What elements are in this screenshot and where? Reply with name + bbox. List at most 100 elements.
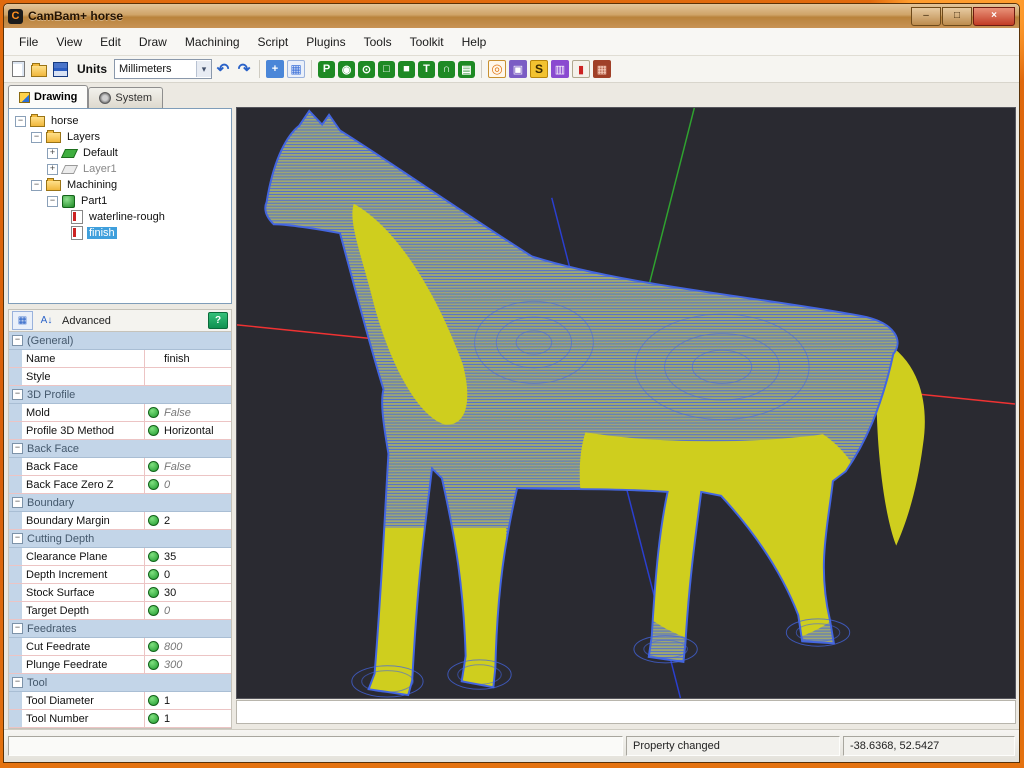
property-value[interactable]: 0	[162, 605, 231, 617]
close-button[interactable]: ×	[973, 7, 1015, 26]
property-value[interactable]: 2	[162, 515, 231, 527]
advanced-label[interactable]: Advanced	[62, 315, 205, 327]
maximize-button[interactable]: □	[942, 7, 972, 26]
tree-node-machining-label[interactable]: Machining	[65, 179, 119, 191]
inherited-value-icon[interactable]	[148, 461, 159, 472]
inherited-value-icon[interactable]	[148, 713, 159, 724]
expand-toggle-icon[interactable]: −	[47, 196, 58, 207]
property-value[interactable]: 0	[162, 479, 231, 491]
tree-node-part1[interactable]: − Part1	[9, 193, 231, 209]
property-value[interactable]: 1	[162, 695, 231, 707]
menu-item-file[interactable]: File	[10, 31, 47, 53]
property-value[interactable]: finish	[162, 353, 231, 365]
property-value[interactable]: False	[162, 407, 231, 419]
expand-toggle-icon[interactable]: +	[47, 164, 58, 175]
menu-item-script[interactable]: Script	[249, 31, 298, 53]
property-value[interactable]: 30	[162, 587, 231, 599]
viewport-3d[interactable]	[236, 107, 1016, 699]
viewport-canvas[interactable]	[237, 108, 1015, 698]
draw-point-icon[interactable]: ⊙	[358, 61, 375, 78]
inherited-value-icon[interactable]	[148, 659, 159, 670]
menu-item-view[interactable]: View	[47, 31, 91, 53]
mop-drill-icon[interactable]: ◎	[488, 60, 506, 78]
property-value[interactable]: 800	[162, 641, 231, 653]
new-file-icon[interactable]	[9, 60, 27, 78]
zoom-extents-icon[interactable]: +	[266, 60, 284, 78]
inherited-value-icon[interactable]	[148, 425, 159, 436]
inherited-value-icon[interactable]	[148, 407, 159, 418]
draw-arc-icon[interactable]: ∩	[438, 61, 455, 78]
redo-icon[interactable]: ↷	[235, 60, 253, 78]
menu-item-draw[interactable]: Draw	[130, 31, 176, 53]
draw-circle-icon[interactable]: ◉	[338, 61, 355, 78]
inherited-value-icon[interactable]	[148, 695, 159, 706]
open-file-icon[interactable]	[30, 60, 48, 78]
tree-node-layer-default[interactable]: + Default	[9, 145, 231, 161]
tree-node-machining[interactable]: − Machining	[9, 177, 231, 193]
menu-item-edit[interactable]: Edit	[91, 31, 130, 53]
collapse-icon[interactable]: −	[12, 623, 23, 634]
property-value[interactable]: False	[162, 461, 231, 473]
collapse-icon[interactable]: −	[12, 677, 23, 688]
tab-system[interactable]: System	[88, 87, 163, 108]
mop-engrave-icon[interactable]: ▥	[551, 60, 569, 78]
tree-node-waterline-rough-label[interactable]: waterline-rough	[87, 211, 167, 223]
inherited-value-icon[interactable]	[148, 605, 159, 616]
inherited-value-icon[interactable]	[148, 551, 159, 562]
menu-item-tools[interactable]: Tools	[355, 31, 401, 53]
mop-pocket-icon[interactable]: ▣	[509, 60, 527, 78]
inherited-value-icon[interactable]	[148, 515, 159, 526]
expand-toggle-icon[interactable]: +	[47, 148, 58, 159]
draw-surface-icon[interactable]: ▤	[458, 61, 475, 78]
minimize-button[interactable]: –	[911, 7, 941, 26]
property-value[interactable]: 300	[162, 659, 231, 671]
tree-node-layer1[interactable]: + Layer1	[9, 161, 231, 177]
inherited-value-icon[interactable]	[148, 587, 159, 598]
property-value[interactable]: 0	[162, 569, 231, 581]
tree-node-waterline-rough[interactable]: waterline-rough	[9, 209, 231, 225]
tree-node-finish-label[interactable]: finish	[87, 227, 117, 239]
draw-region-icon[interactable]: ■	[398, 61, 415, 78]
tree-node-horse[interactable]: − horse	[9, 113, 231, 129]
inherited-value-icon[interactable]	[148, 569, 159, 580]
tree-node-finish[interactable]: finish	[9, 225, 231, 241]
generate-toolpaths-icon[interactable]: ▮	[572, 60, 590, 78]
draw-rectangle-icon[interactable]: □	[378, 61, 395, 78]
property-value[interactable]: 1	[162, 713, 231, 725]
menu-item-machining[interactable]: Machining	[176, 31, 249, 53]
property-category-tool[interactable]: − Tool	[9, 674, 231, 692]
tree-node-layer1-label[interactable]: Layer1	[81, 163, 119, 175]
inherited-value-icon[interactable]	[148, 479, 159, 490]
property-category-cutting-depth[interactable]: − Cutting Depth	[9, 530, 231, 548]
tree-node-layers-label[interactable]: Layers	[65, 131, 102, 143]
menu-item-toolkit[interactable]: Toolkit	[401, 31, 453, 53]
expand-toggle-icon[interactable]: −	[31, 180, 42, 191]
collapse-icon[interactable]: −	[12, 335, 23, 346]
undo-icon[interactable]: ↶	[214, 60, 232, 78]
tree-node-horse-label[interactable]: horse	[49, 115, 81, 127]
menu-item-plugins[interactable]: Plugins	[297, 31, 354, 53]
property-value[interactable]: 35	[162, 551, 231, 563]
chevron-down-icon[interactable]: ▾	[196, 61, 211, 77]
mop-profile-icon[interactable]: S	[530, 60, 548, 78]
collapse-icon[interactable]: −	[12, 443, 23, 454]
title-bar[interactable]: C CamBam+ horse – □ ×	[4, 4, 1019, 28]
property-category-boundary[interactable]: − Boundary	[9, 494, 231, 512]
property-category-feedrates[interactable]: − Feedrates	[9, 620, 231, 638]
inherited-value-icon[interactable]	[148, 641, 159, 652]
collapse-icon[interactable]: −	[12, 533, 23, 544]
tree-node-layer-default-label[interactable]: Default	[81, 147, 120, 159]
tab-drawing[interactable]: Drawing	[8, 85, 88, 108]
collapse-icon[interactable]: −	[12, 389, 23, 400]
property-category-general[interactable]: − (General)	[9, 332, 231, 350]
tree-node-part1-label[interactable]: Part1	[79, 195, 109, 207]
save-file-icon[interactable]	[51, 60, 69, 78]
collapse-icon[interactable]: −	[12, 497, 23, 508]
help-button[interactable]: ?	[208, 312, 228, 329]
units-select[interactable]: Millimeters ▾	[114, 59, 212, 79]
property-category-back-face[interactable]: − Back Face	[9, 440, 231, 458]
draw-text-icon[interactable]: T	[418, 61, 435, 78]
grid-toggle-icon[interactable]: ▦	[287, 60, 305, 78]
produce-gcode-icon[interactable]: ▦	[593, 60, 611, 78]
expand-toggle-icon[interactable]: −	[31, 132, 42, 143]
